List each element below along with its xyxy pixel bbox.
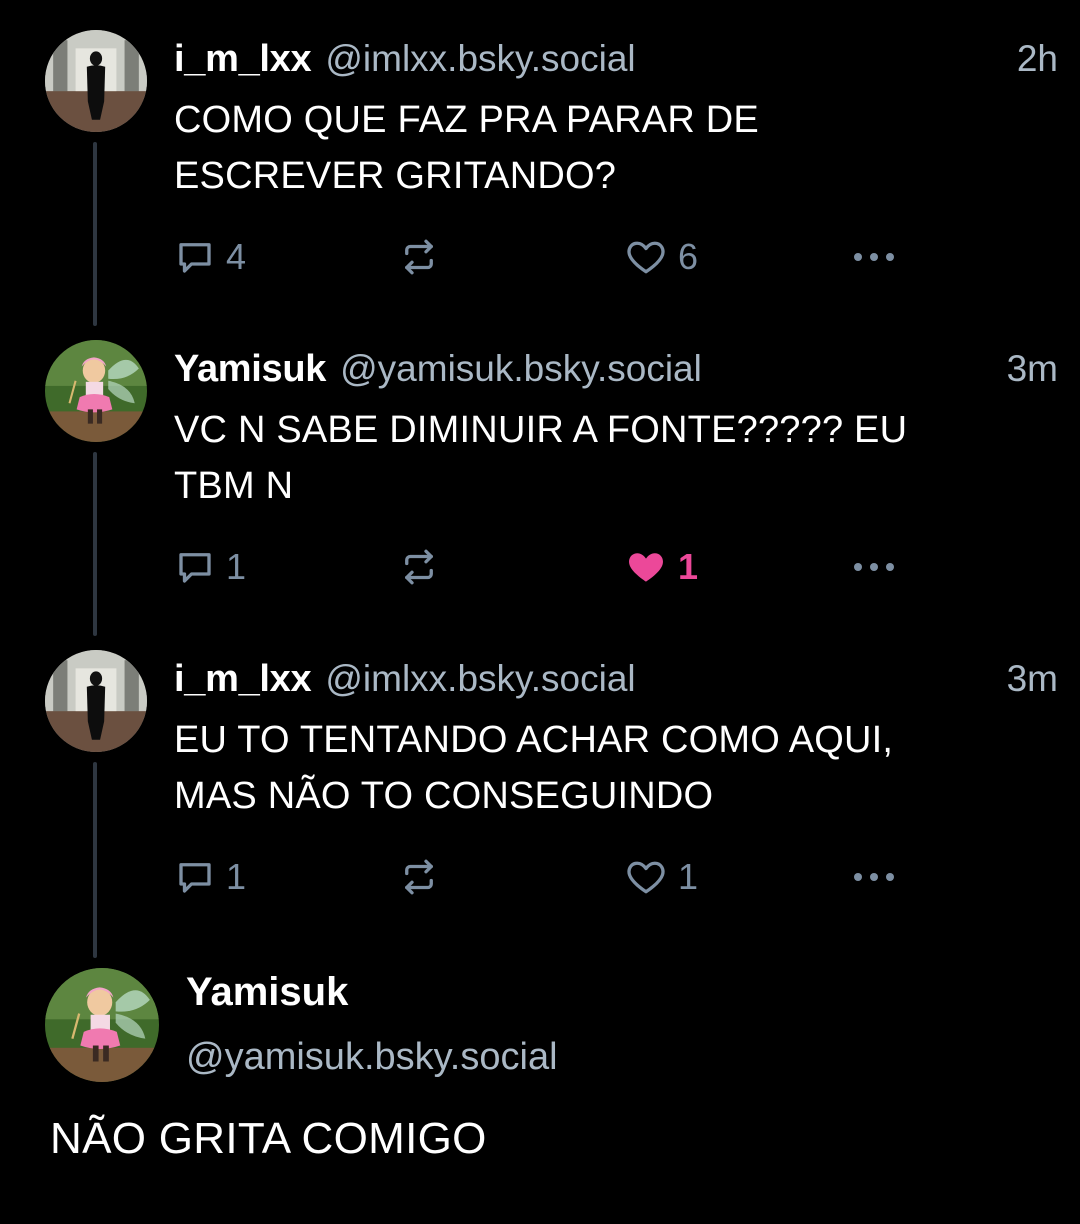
reply-count: 4 bbox=[226, 236, 247, 277]
thread-line bbox=[93, 452, 97, 636]
avatar[interactable] bbox=[45, 30, 147, 132]
post-text-line: VC N SABE DIMINUIR A FONTE????? EU bbox=[174, 409, 908, 451]
post-text: EU TO TENTANDO ACHAR COMO AQUI, MAS NÃO … bbox=[174, 712, 1054, 824]
author-name[interactable]: i_m_lxx bbox=[174, 38, 312, 81]
post-timestamp[interactable]: 2h bbox=[1017, 38, 1058, 80]
ellipsis-icon bbox=[854, 563, 894, 571]
focused-post-text: NÃO GRITA COMIGO bbox=[50, 1114, 487, 1163]
repost-button[interactable] bbox=[398, 852, 440, 902]
post-text: VC N SABE DIMINUIR A FONTE????? EU TBM N bbox=[174, 402, 1054, 514]
person-in-hallway-avatar bbox=[45, 30, 147, 132]
more-options-button[interactable] bbox=[850, 232, 898, 282]
reply-count: 1 bbox=[226, 856, 247, 897]
post-actions: 1 1 bbox=[170, 852, 910, 902]
heart-filled-icon bbox=[629, 553, 663, 582]
focused-post-author-handle[interactable]: @yamisuk.bsky.social bbox=[186, 1036, 558, 1079]
author-handle[interactable]: @yamisuk.bsky.social bbox=[340, 348, 702, 390]
reply-button[interactable]: 1 bbox=[174, 542, 246, 592]
pink-fairy-character-avatar bbox=[45, 340, 147, 442]
heart-icon bbox=[627, 241, 665, 274]
post-text: COMO QUE FAZ PRA PARAR DE ESCREVER GRITA… bbox=[174, 92, 1054, 204]
more-options-button[interactable] bbox=[850, 542, 898, 592]
repost-button[interactable] bbox=[398, 232, 440, 282]
post-text-line: COMO QUE FAZ PRA PARAR DE bbox=[174, 99, 759, 141]
repost-button[interactable] bbox=[398, 542, 440, 592]
ellipsis-icon bbox=[854, 873, 894, 881]
thread-line bbox=[93, 762, 97, 958]
post-timestamp[interactable]: 3m bbox=[1007, 658, 1058, 700]
post-text-line: EU TO TENTANDO ACHAR COMO AQUI, bbox=[174, 719, 894, 761]
reply-count: 1 bbox=[226, 546, 247, 587]
avatar[interactable] bbox=[45, 650, 147, 752]
like-count: 1 bbox=[678, 546, 699, 587]
ellipsis-icon bbox=[854, 253, 894, 261]
pink-fairy-character-avatar bbox=[45, 968, 159, 1082]
author-handle[interactable]: @imlxx.bsky.social bbox=[325, 38, 635, 80]
person-in-hallway-avatar bbox=[45, 650, 147, 752]
reply-icon bbox=[179, 243, 211, 273]
like-button[interactable]: 1 bbox=[624, 542, 698, 592]
repost-icon bbox=[405, 549, 433, 585]
like-button[interactable]: 6 bbox=[624, 232, 698, 282]
post-text-line: ESCREVER GRITANDO? bbox=[174, 155, 617, 197]
repost-icon bbox=[405, 239, 433, 275]
author-name[interactable]: i_m_lxx bbox=[174, 658, 312, 701]
focused-post-author-name[interactable]: Yamisuk bbox=[186, 970, 348, 1015]
like-button[interactable]: 1 bbox=[624, 852, 698, 902]
reply-button[interactable]: 1 bbox=[174, 852, 246, 902]
avatar[interactable] bbox=[45, 340, 147, 442]
like-count: 6 bbox=[678, 236, 699, 277]
heart-icon bbox=[627, 861, 665, 894]
post-text-line: MAS NÃO TO CONSEGUINDO bbox=[174, 775, 714, 817]
reply-icon bbox=[179, 553, 211, 583]
focused-post-avatar[interactable] bbox=[45, 968, 159, 1082]
post-timestamp[interactable]: 3m bbox=[1007, 348, 1058, 390]
reply-button[interactable]: 4 bbox=[174, 232, 246, 282]
thread-post[interactable]: i_m_lxx @imlxx.bsky.social 2h COMO QUE F… bbox=[0, 0, 1080, 320]
reply-icon bbox=[179, 863, 211, 893]
post-actions: 1 1 bbox=[170, 542, 910, 592]
more-options-button[interactable] bbox=[850, 852, 898, 902]
author-name[interactable]: Yamisuk bbox=[174, 348, 326, 391]
post-text-line: TBM N bbox=[174, 465, 294, 507]
author-handle[interactable]: @imlxx.bsky.social bbox=[325, 658, 635, 700]
post-actions: 4 6 bbox=[170, 232, 910, 282]
repost-icon bbox=[405, 859, 433, 895]
like-count: 1 bbox=[678, 856, 699, 897]
